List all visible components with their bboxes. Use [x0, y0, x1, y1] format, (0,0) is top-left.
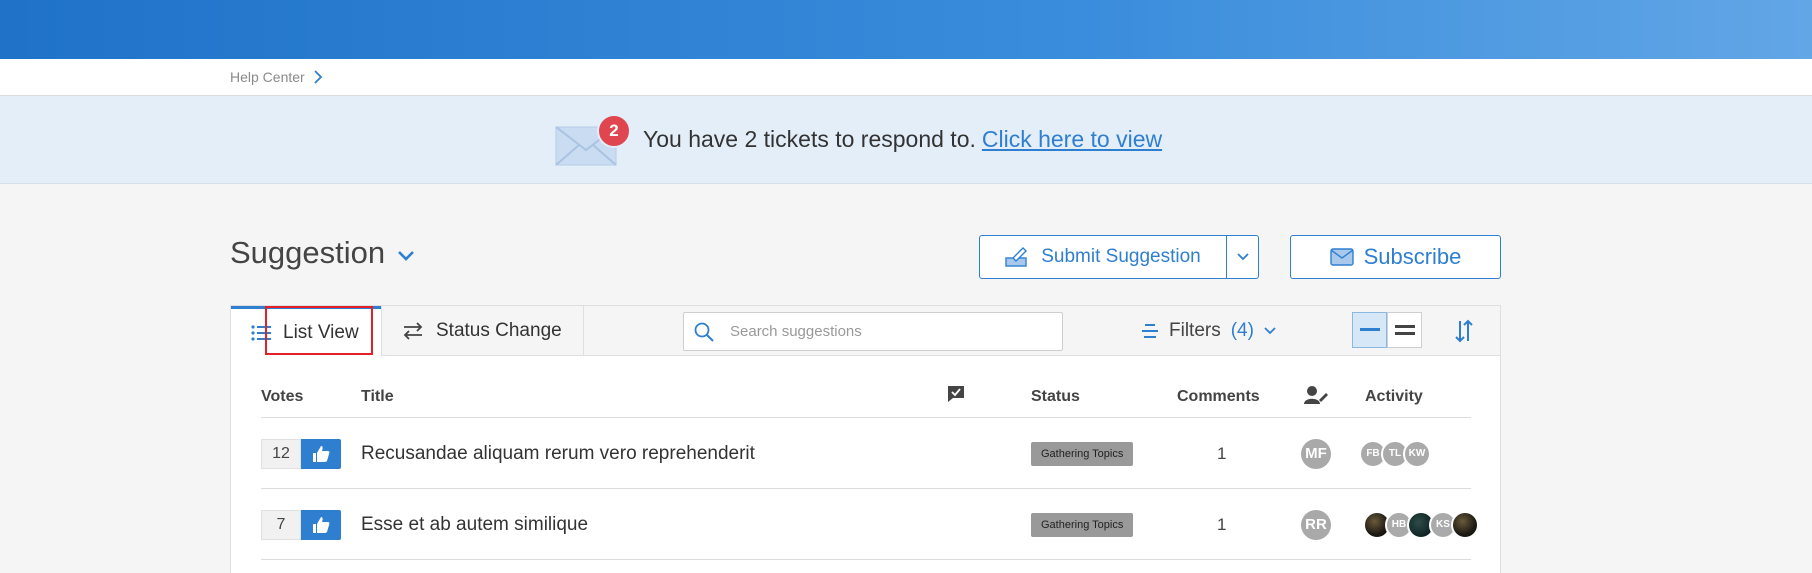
suggestion-title-link[interactable]: Esse et ab autem similique — [361, 514, 588, 536]
list-icon — [251, 324, 271, 341]
tab-list-view-label: List View — [283, 321, 359, 343]
assignee-avatar: MF — [1301, 438, 1331, 469]
vote-count: 12 — [261, 438, 301, 469]
column-votes[interactable]: Votes — [261, 388, 303, 406]
single-line-icon — [1359, 328, 1380, 331]
suggestions-panel: List View Status Change Filters ( — [230, 305, 1501, 573]
sort-arrows-icon — [1455, 319, 1473, 343]
assignee-icon — [1304, 385, 1328, 410]
assignee-avatar: RR — [1301, 509, 1331, 540]
notification-count-badge: 2 — [597, 114, 631, 148]
breadcrumb-bar: Help Center — [0, 59, 1812, 96]
comment-count: 1 — [1217, 443, 1227, 463]
submit-suggestion-label: Submit Suggestion — [1041, 246, 1201, 267]
chevron-down-icon — [398, 251, 415, 261]
table-header: Votes Title Status Comments Activity — [261, 356, 1471, 418]
expanded-view-button[interactable] — [1387, 312, 1422, 348]
filters-count: (4) — [1230, 320, 1254, 341]
table-row[interactable]: 12 Recusandae aliquam rerum vero reprehe… — [261, 418, 1471, 489]
view-tickets-link[interactable]: Click here to view — [982, 126, 1162, 153]
status-badge: Gathering Topics — [1031, 512, 1134, 537]
breadcrumb: Help Center — [230, 69, 323, 85]
column-title[interactable]: Title — [361, 388, 394, 406]
vote-widget: 7 — [261, 489, 341, 560]
tickets-banner: 2 You have 2 tickets to respond to. Clic… — [0, 96, 1812, 184]
activity-avatar-photo — [1451, 510, 1479, 539]
envelope-icon — [1329, 248, 1354, 266]
page-title-text: Suggestion — [230, 235, 386, 270]
search-input[interactable] — [730, 323, 1030, 340]
swap-arrows-icon — [403, 322, 423, 340]
comment-count: 1 — [1217, 514, 1227, 534]
table-row[interactable]: 7 Esse et ab autem similique Gathering T… — [261, 489, 1479, 560]
compact-view-button[interactable] — [1352, 312, 1387, 348]
vote-count: 7 — [261, 509, 301, 540]
suggestions-table: Votes Title Status Comments Activity 12 … — [261, 356, 1479, 560]
subscribe-label: Subscribe — [1363, 244, 1462, 269]
mail-icon: 2 — [555, 114, 631, 166]
submit-options-dropdown[interactable] — [1227, 235, 1259, 279]
column-activity[interactable]: Activity — [1365, 388, 1423, 406]
activity-avatar: KW — [1403, 439, 1431, 468]
submit-suggestion-button[interactable]: Submit Suggestion — [979, 235, 1227, 279]
top-header-bar — [0, 0, 1812, 59]
comment-check-icon — [947, 385, 965, 408]
filters-button[interactable]: Filters (4) — [1141, 306, 1276, 356]
double-line-icon — [1394, 325, 1415, 335]
tab-status-change[interactable]: Status Change — [381, 306, 584, 356]
tab-list-view[interactable]: List View — [231, 306, 381, 356]
breadcrumb-help-center-link[interactable]: Help Center — [230, 69, 305, 85]
suggestion-title-link[interactable]: Recusandae aliquam rerum vero reprehende… — [361, 443, 755, 465]
tab-status-change-label: Status Change — [436, 320, 562, 341]
filter-icon — [1142, 324, 1158, 338]
thumbs-up-icon — [313, 516, 330, 533]
chevron-right-icon — [314, 70, 322, 84]
chevron-down-icon — [1236, 253, 1249, 261]
page-title[interactable]: Suggestion — [230, 235, 415, 271]
filters-label: Filters — [1169, 320, 1221, 341]
search-box — [683, 312, 1063, 351]
edit-pencil-icon — [1005, 247, 1028, 267]
thumbs-up-icon — [313, 445, 330, 462]
density-toggle — [1352, 312, 1422, 348]
vote-widget: 12 — [261, 418, 341, 489]
list-toolbar: List View Status Change Filters ( — [231, 306, 1500, 356]
search-icon — [694, 322, 714, 342]
submit-suggestion-group: Submit Suggestion — [979, 235, 1259, 279]
status-badge: Gathering Topics — [1031, 441, 1134, 466]
upvote-button[interactable] — [301, 509, 341, 540]
sort-button[interactable] — [1449, 314, 1479, 348]
column-status[interactable]: Status — [1031, 388, 1080, 406]
upvote-button[interactable] — [301, 438, 341, 469]
chevron-down-icon — [1264, 327, 1276, 335]
subscribe-button[interactable]: Subscribe — [1290, 235, 1501, 279]
banner-message: You have 2 tickets to respond to. — [643, 125, 976, 152]
column-comments[interactable]: Comments — [1177, 388, 1260, 406]
